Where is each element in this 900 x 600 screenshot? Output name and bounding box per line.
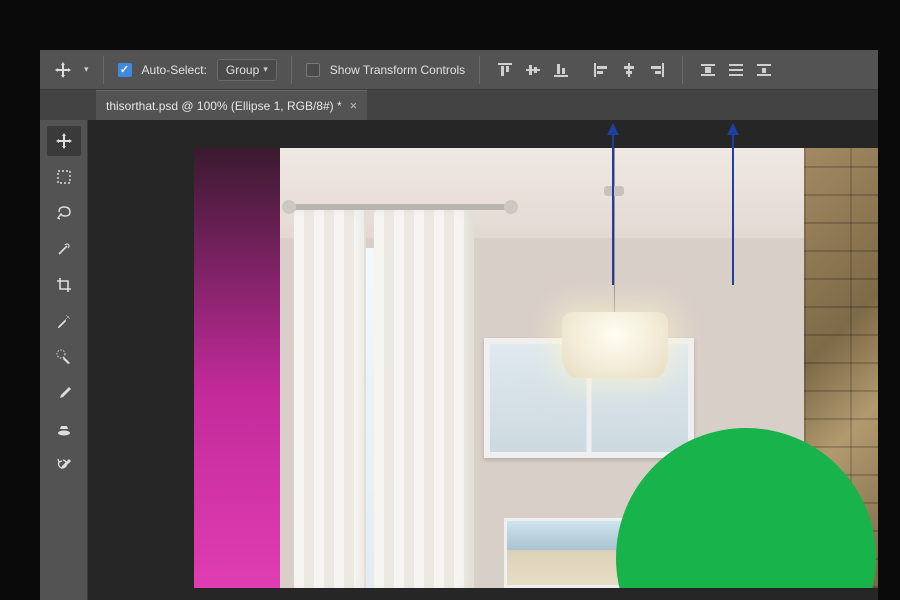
- divider: [291, 56, 292, 84]
- crop-tool[interactable]: [47, 270, 81, 300]
- annotation-arrow-1: [612, 125, 614, 285]
- curtain-left: [294, 210, 366, 588]
- work-area: [40, 120, 878, 600]
- pendant-wire: [614, 148, 615, 318]
- annotation-arrow-2: [732, 125, 734, 285]
- curtain-right: [374, 210, 474, 588]
- show-transform-label: Show Transform Controls: [330, 63, 465, 77]
- divider: [479, 56, 480, 84]
- align-left-edges-button[interactable]: [590, 59, 612, 81]
- auto-select-label: Auto-Select:: [142, 63, 207, 77]
- move-tool[interactable]: [47, 126, 81, 156]
- pendant-lamp: [562, 312, 668, 378]
- divider: [103, 56, 104, 84]
- pendant-canopy: [604, 186, 624, 196]
- magic-wand-tool[interactable]: [47, 234, 81, 264]
- move-tool-indicator[interactable]: [50, 57, 76, 83]
- rectangular-marquee-tool[interactable]: [47, 162, 81, 192]
- distribute-top-button[interactable]: [697, 59, 719, 81]
- divider: [682, 56, 683, 84]
- history-brush-tool[interactable]: [47, 450, 81, 480]
- spot-healing-brush-tool[interactable]: [47, 342, 81, 372]
- tool-preset-caret-icon[interactable]: ▾: [84, 64, 89, 75]
- chevron-down-icon: ▾: [263, 64, 268, 75]
- dropdown-value: Group: [226, 63, 259, 77]
- canvas-area[interactable]: [88, 120, 878, 600]
- auto-select-checkbox[interactable]: ✓: [118, 63, 132, 77]
- align-horizontal-group: [494, 59, 572, 81]
- auto-select-target-dropdown[interactable]: Group ▾: [217, 59, 277, 81]
- gradient-layer: [194, 148, 280, 588]
- document-tab[interactable]: thisorthat.psd @ 100% (Ellipse 1, RGB/8#…: [96, 90, 367, 120]
- document-tab-bar: thisorthat.psd @ 100% (Ellipse 1, RGB/8#…: [40, 90, 878, 120]
- rod-finial-right: [504, 200, 518, 214]
- distribute-vcenter-button[interactable]: [725, 59, 747, 81]
- left-toolbar: [40, 120, 88, 600]
- room-ceiling: [280, 148, 878, 238]
- lasso-tool[interactable]: [47, 198, 81, 228]
- photoshop-window: ▾ ✓ Auto-Select: Group ▾ Show Transform …: [40, 50, 878, 600]
- align-top-edges-button[interactable]: [494, 59, 516, 81]
- close-tab-icon[interactable]: ×: [350, 98, 358, 113]
- clone-stamp-tool[interactable]: [47, 414, 81, 444]
- align-vertical-group: [590, 59, 668, 81]
- align-horizontal-centers-button[interactable]: [618, 59, 640, 81]
- brush-tool[interactable]: [47, 378, 81, 408]
- move-icon: [54, 61, 72, 79]
- document-canvas[interactable]: [194, 148, 878, 588]
- distribute-bottom-button[interactable]: [753, 59, 775, 81]
- align-bottom-edges-button[interactable]: [550, 59, 572, 81]
- align-vertical-centers-button[interactable]: [522, 59, 544, 81]
- align-right-edges-button[interactable]: [646, 59, 668, 81]
- document-tab-title: thisorthat.psd @ 100% (Ellipse 1, RGB/8#…: [106, 99, 342, 113]
- distribute-group: [697, 59, 775, 81]
- show-transform-checkbox[interactable]: [306, 63, 320, 77]
- eyedropper-tool[interactable]: [47, 306, 81, 336]
- options-bar: ▾ ✓ Auto-Select: Group ▾ Show Transform …: [40, 50, 878, 90]
